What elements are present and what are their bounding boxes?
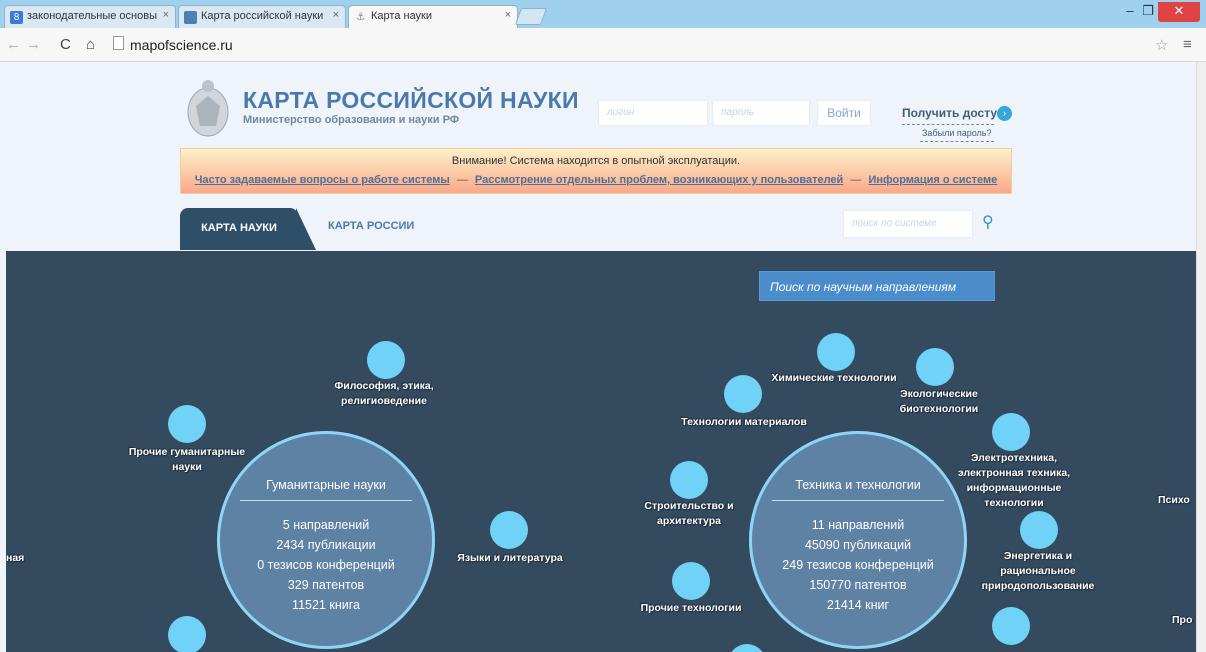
problems-link[interactable]: Рассмотрение отдельных проблем, возникаю… — [475, 174, 843, 186]
label-cut-left[interactable]: ная — [6, 551, 24, 566]
browser-toolbar: ← → C ⌂ mapofscience.ru ☆ ≡ — [0, 28, 1206, 62]
label-cut-right-1[interactable]: Психо — [1158, 493, 1190, 508]
direction-search-bar[interactable]: Поиск по научным направлениям — [759, 271, 995, 301]
node-tech-bottom[interactable] — [728, 644, 766, 652]
tab-title: законодательные основы — [27, 10, 157, 22]
cluster-divider — [240, 500, 412, 501]
node-humanities-extra[interactable] — [168, 616, 206, 652]
password-input[interactable]: пароль — [712, 100, 810, 126]
science-map[interactable]: Поиск по научным направлениям Философия,… — [6, 251, 1196, 652]
browser-tabstrip: 8 законодательные основы × Карта российс… — [0, 0, 1206, 28]
label-ecological[interactable]: Экологические биотехнологии — [884, 387, 994, 417]
page-icon — [113, 36, 124, 50]
node-tech-extra[interactable] — [992, 607, 1030, 645]
home-icon[interactable]: ⌂ — [86, 36, 95, 53]
stat-theses: 0 тезисов конференций — [257, 558, 395, 572]
node-languages[interactable] — [490, 511, 528, 549]
stat-patents: 329 патентов — [287, 578, 365, 592]
forgot-underline — [920, 141, 994, 142]
window-close-button[interactable]: ✕ — [1158, 2, 1200, 22]
tab-favicon: 8 — [10, 11, 23, 24]
arrow-right-icon[interactable]: › — [997, 106, 1012, 121]
stat-patents: 150770 патентов — [809, 578, 907, 592]
node-electrical[interactable] — [992, 413, 1030, 451]
back-icon[interactable]: ← — [6, 36, 21, 53]
cluster-technology[interactable]: Техника и технологии 11 направлений 4509… — [749, 431, 967, 649]
login-button[interactable]: Войти — [817, 100, 871, 126]
search-icon[interactable]: ⚲ — [982, 212, 994, 232]
label-other-tech[interactable]: Прочие технологии — [626, 601, 756, 616]
label-chemical[interactable]: Химические технологии — [764, 371, 904, 386]
node-chemical[interactable] — [817, 333, 855, 371]
label-construction[interactable]: Строительство и архитектура — [634, 499, 744, 529]
login-input[interactable]: логин — [598, 100, 708, 126]
tab-title: Карта науки — [371, 10, 433, 22]
restore-icon[interactable]: ❐ — [1140, 2, 1156, 22]
node-materials[interactable] — [724, 375, 762, 413]
separator: — — [850, 174, 862, 186]
forgot-password-link[interactable]: Забыли пароль? — [922, 128, 991, 138]
cluster-divider — [772, 500, 944, 501]
tab-map-science[interactable]: КАРТА НАУКИ — [180, 208, 316, 250]
info-link[interactable]: Информация о системе — [868, 174, 997, 186]
browser-tab-1[interactable]: 8 законодательные основы × — [4, 5, 176, 28]
stat-directions: 5 направлений — [282, 518, 370, 532]
separator: — — [456, 174, 468, 186]
label-electrical[interactable]: Электротехника, электронная техника, инф… — [954, 451, 1074, 511]
bookmark-star-icon[interactable]: ☆ — [1155, 36, 1168, 54]
cluster-title: Техника и технологии — [795, 478, 921, 492]
node-energy[interactable] — [1020, 511, 1058, 549]
cluster-title: Гуманитарные науки — [266, 478, 386, 492]
stat-theses: 249 тезисов конференций — [782, 558, 934, 572]
get-access-link[interactable]: Получить доступ — [902, 106, 1004, 120]
site-subtitle: Министерство образования и науки РФ — [243, 114, 460, 126]
ministry-crest-icon — [187, 80, 229, 137]
node-ecological[interactable] — [916, 348, 954, 386]
site-title: КАРТА РОССИЙСКОЙ НАУКИ — [243, 87, 579, 113]
stat-books: 21414 книг — [826, 598, 890, 612]
node-other-tech[interactable] — [672, 562, 710, 600]
faq-link[interactable]: Часто задаваемые вопросы о работе систем… — [195, 174, 450, 186]
notice-links: Часто задаваемые вопросы о работе систем… — [181, 174, 1011, 186]
label-cut-right-2[interactable]: Про — [1172, 613, 1192, 628]
access-underline — [902, 124, 994, 125]
label-energy[interactable]: Энергетика и рациональное природопользов… — [976, 549, 1100, 594]
cluster-humanities[interactable]: Гуманитарные науки 5 направлений 2434 пу… — [217, 431, 435, 649]
node-other-humanities[interactable] — [168, 405, 206, 443]
notice-text: Внимание! Система находится в опытной эк… — [451, 155, 741, 167]
browser-tab-3[interactable]: ⚓ Карта науки × — [348, 5, 518, 28]
node-construction[interactable] — [670, 461, 708, 499]
stat-directions: 11 направлений — [811, 518, 905, 532]
stat-publications: 45090 публикаций — [804, 538, 912, 552]
page-scrollbar[interactable] — [1196, 62, 1206, 652]
tab-map-russia[interactable]: КАРТА РОССИИ — [328, 220, 414, 232]
anchor-icon: ⚓ — [356, 12, 365, 23]
tab-close-icon[interactable]: × — [163, 9, 169, 21]
browser-tab-2[interactable]: Карта российской науки × — [178, 5, 346, 28]
reload-icon[interactable]: C — [60, 36, 71, 53]
book-icon — [184, 11, 197, 24]
label-languages[interactable]: Языки и литература — [452, 551, 568, 566]
label-materials[interactable]: Технологии материалов — [674, 415, 814, 430]
site-search-input[interactable]: поиск по системе — [843, 210, 973, 238]
tab-close-icon[interactable]: × — [333, 9, 339, 21]
tab-close-icon[interactable]: × — [505, 9, 511, 21]
label-philosophy[interactable]: Философия, этика, религиоведение — [324, 379, 444, 409]
menu-icon[interactable]: ≡ — [1183, 36, 1192, 53]
new-tab-button[interactable] — [514, 8, 548, 25]
minimize-icon[interactable]: ‒ — [1122, 2, 1138, 22]
node-philosophy[interactable] — [367, 341, 405, 379]
address-bar[interactable]: mapofscience.ru — [130, 37, 233, 53]
tab-title: Карта российской науки — [201, 10, 324, 22]
stat-books: 11521 книга — [292, 598, 360, 612]
label-other-humanities[interactable]: Прочие гуманитарные науки — [122, 445, 252, 475]
forward-icon[interactable]: → — [26, 36, 41, 53]
notice-banner: Внимание! Система находится в опытной эк… — [180, 148, 1012, 194]
stat-publications: 2434 публикации — [276, 538, 376, 552]
